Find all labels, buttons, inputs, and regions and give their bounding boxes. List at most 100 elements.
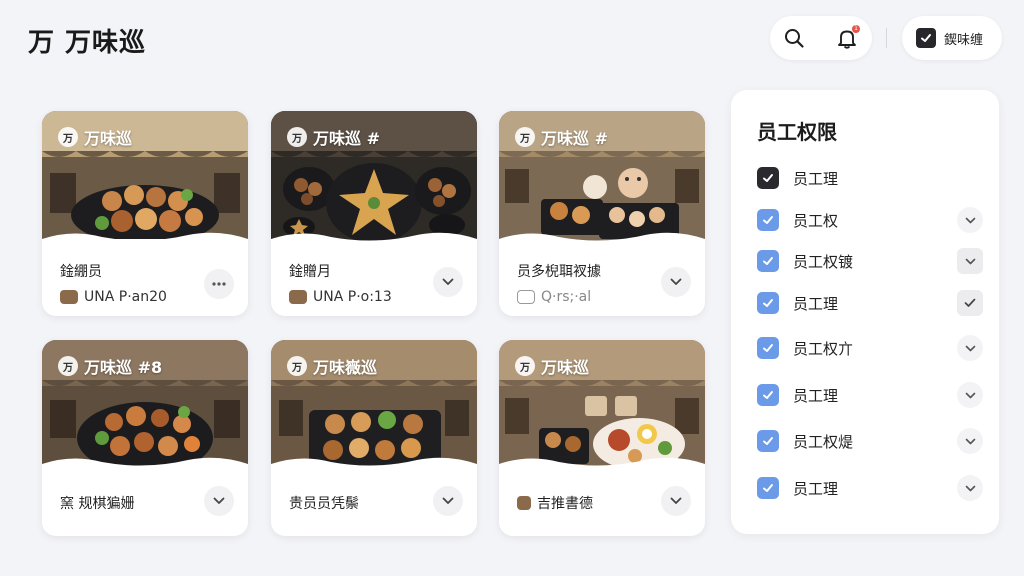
shop-card[interactable]: 万 万味巡 鍂綳员 UNA P·an20 bbox=[42, 111, 248, 316]
permission-label: 员工理 bbox=[793, 480, 839, 498]
card-brand: 万 万味巡 # bbox=[515, 125, 608, 149]
card-brand: 万 万味巡 bbox=[58, 125, 132, 149]
permission-checkbox[interactable] bbox=[757, 337, 779, 359]
tag-outline-icon bbox=[517, 290, 535, 304]
shop-card[interactable]: 万 万味巡 # 鍂贈月 UNA P·o:13 bbox=[271, 111, 477, 316]
more-icon bbox=[212, 282, 226, 286]
header-divider bbox=[886, 28, 887, 48]
permission-label: 员工理 bbox=[793, 387, 839, 405]
user-menu[interactable]: 鍥味缠 bbox=[902, 16, 1002, 60]
permission-checkbox[interactable] bbox=[757, 384, 779, 406]
permission-label: 员工权亣 bbox=[793, 340, 854, 358]
check-icon bbox=[763, 344, 773, 352]
brand-name: 万味巡 bbox=[84, 129, 133, 148]
brand-name: 万味巡 #8 bbox=[84, 358, 163, 377]
search-button[interactable] bbox=[779, 23, 809, 53]
header-actions: 1 bbox=[770, 16, 872, 60]
brand-logo-icon: 万 bbox=[287, 127, 307, 147]
shop-card[interactable]: 万 万味巡 吉推書德 bbox=[499, 340, 705, 536]
shop-card[interactable]: 万 万味巡 # 员多棿聑衩據 Q·rs;·al bbox=[499, 111, 705, 316]
check-icon bbox=[916, 28, 936, 48]
permission-item[interactable]: 员工理 bbox=[757, 380, 983, 410]
check-icon bbox=[763, 391, 773, 399]
food-thumb-icon bbox=[289, 290, 307, 304]
check-icon bbox=[763, 484, 773, 492]
permission-expand-button[interactable] bbox=[957, 248, 983, 274]
permission-item[interactable]: 员工权煶 bbox=[757, 426, 983, 456]
permission-label: 员工权镀 bbox=[793, 253, 854, 271]
permission-expand-button[interactable] bbox=[957, 475, 983, 501]
card-brand: 万 万味巡 bbox=[515, 354, 589, 378]
permission-label: 员工理 bbox=[793, 295, 839, 313]
chevron-down-icon bbox=[965, 217, 975, 223]
brand-name: 万味巡 # bbox=[541, 129, 608, 148]
permission-item[interactable]: 员工权 bbox=[757, 205, 983, 235]
chevron-down-icon bbox=[965, 438, 975, 444]
chevron-down-icon bbox=[965, 392, 975, 398]
brand-name: 万味巡 bbox=[541, 358, 590, 377]
card-expand-button[interactable] bbox=[433, 486, 463, 516]
card-brand: 万 万味嶶巡 bbox=[287, 354, 377, 378]
permission-item[interactable]: 员工权镀 bbox=[757, 246, 983, 276]
card-title: 吉推書德 bbox=[537, 496, 593, 512]
search-icon bbox=[785, 29, 804, 48]
brand-logo-icon: 万 bbox=[515, 356, 535, 376]
card-subtitle-text: Q·rs;·al bbox=[541, 289, 592, 305]
user-name: 鍥味缠 bbox=[944, 33, 984, 48]
card-expand-button[interactable] bbox=[433, 267, 463, 297]
chevron-down-icon bbox=[442, 278, 454, 285]
permission-expand-button[interactable] bbox=[957, 382, 983, 408]
brand-logo-icon: 万 bbox=[58, 356, 78, 376]
chevron-down-icon bbox=[965, 345, 975, 351]
food-thumb-icon bbox=[60, 290, 78, 304]
permission-expand-button[interactable] bbox=[957, 207, 983, 233]
card-more-button[interactable] bbox=[204, 269, 234, 299]
permission-toggle-button[interactable] bbox=[957, 290, 983, 316]
panel-title: 员工权限 bbox=[757, 120, 837, 144]
app-header: 万 万味巡 1 鍥味缠 bbox=[0, 0, 1024, 80]
brand-logo-icon: 万 bbox=[287, 356, 307, 376]
permission-checkbox[interactable] bbox=[757, 250, 779, 272]
permission-label: 员工权 bbox=[793, 212, 839, 230]
permission-label: 员工权煶 bbox=[793, 433, 854, 451]
check-icon bbox=[964, 298, 976, 307]
app-title: 万 万味巡 bbox=[28, 28, 147, 58]
check-icon bbox=[763, 437, 773, 445]
card-subtitle-text: UNA P·an20 bbox=[84, 289, 167, 305]
permission-checkbox[interactable] bbox=[757, 477, 779, 499]
permission-checkbox[interactable] bbox=[757, 167, 779, 189]
check-icon bbox=[763, 299, 773, 307]
card-expand-button[interactable] bbox=[204, 486, 234, 516]
chevron-down-icon bbox=[213, 497, 225, 504]
brand-name: 万味巡 # bbox=[313, 129, 380, 148]
chevron-down-icon bbox=[965, 485, 975, 491]
notification-badge: 1 bbox=[852, 25, 860, 33]
card-expand-button[interactable] bbox=[661, 486, 691, 516]
permission-expand-button[interactable] bbox=[957, 335, 983, 361]
permissions-panel: 员工权限 员工理 员工权 员工权镀 员工理 员工权亣 员工理 员工权煶 员工理 bbox=[731, 90, 999, 534]
food-thumb-icon bbox=[517, 496, 531, 510]
permission-item[interactable]: 员工理 bbox=[757, 163, 983, 193]
card-subtitle-text: UNA P·o:13 bbox=[313, 289, 392, 305]
check-icon bbox=[763, 257, 773, 265]
chevron-down-icon bbox=[670, 497, 682, 504]
brand-name: 万味嶶巡 bbox=[313, 358, 378, 377]
card-brand: 万 万味巡 # bbox=[287, 125, 380, 149]
check-icon bbox=[763, 174, 773, 182]
shop-card[interactable]: 万 万味嶶巡 贵员员凭鬃 bbox=[271, 340, 477, 536]
notifications-button[interactable]: 1 bbox=[832, 23, 862, 53]
chevron-down-icon bbox=[965, 258, 975, 264]
brand-logo-icon: 万 bbox=[58, 127, 78, 147]
permission-item[interactable]: 员工理 bbox=[757, 288, 983, 318]
card-expand-button[interactable] bbox=[661, 267, 691, 297]
permission-checkbox[interactable] bbox=[757, 292, 779, 314]
check-icon bbox=[763, 216, 773, 224]
permission-label: 员工理 bbox=[793, 170, 839, 188]
permission-expand-button[interactable] bbox=[957, 428, 983, 454]
chevron-down-icon bbox=[442, 497, 454, 504]
shop-card[interactable]: 万 万味巡 #8 窯 规棋猵姗 bbox=[42, 340, 248, 536]
permission-item[interactable]: 员工理 bbox=[757, 473, 983, 503]
permission-item[interactable]: 员工权亣 bbox=[757, 333, 983, 363]
permission-checkbox[interactable] bbox=[757, 209, 779, 231]
permission-checkbox[interactable] bbox=[757, 430, 779, 452]
